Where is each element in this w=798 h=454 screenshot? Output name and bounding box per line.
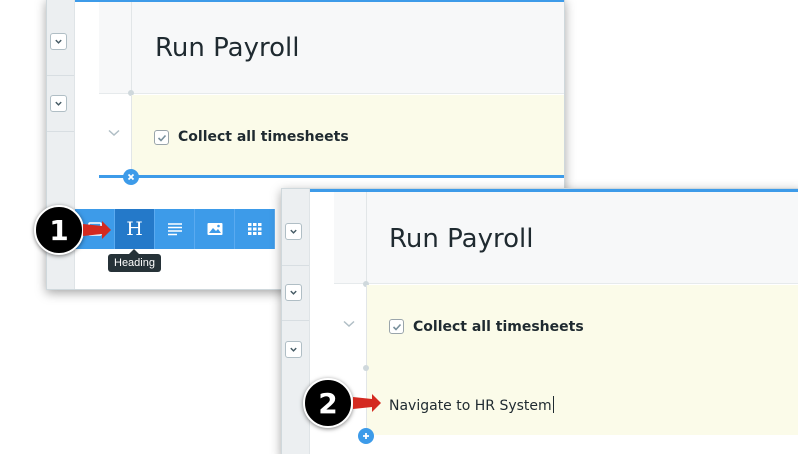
editor-panel-after: Run Payroll Collect all timesheets Navig… [281, 188, 798, 454]
step-checkbox[interactable] [389, 319, 404, 334]
chevron-down-icon[interactable] [343, 320, 355, 328]
text-caret [552, 396, 554, 413]
insert-indicator-line [99, 175, 564, 178]
close-circle-icon[interactable] [123, 169, 139, 185]
step-menu-button[interactable] [285, 341, 302, 358]
step-checkbox[interactable] [154, 130, 169, 145]
step-menu-button[interactable] [50, 95, 67, 112]
image-icon [207, 223, 222, 235]
paragraph-icon [167, 223, 182, 236]
gutter-divider [47, 75, 74, 76]
step-connector-line [131, 95, 132, 175]
connector-dot [363, 365, 369, 371]
heading-icon: H [126, 217, 143, 240]
step-connector-line [131, 2, 132, 92]
page-title[interactable]: Run Payroll [389, 224, 533, 254]
new-step-input[interactable]: Navigate to HR System [389, 396, 554, 414]
paragraph-button[interactable] [155, 209, 195, 249]
check-icon [157, 134, 166, 142]
gutter-divider [47, 131, 74, 132]
chevron-down-icon[interactable] [108, 129, 120, 137]
check-icon [392, 323, 401, 331]
step-label[interactable]: Collect all timesheets [178, 129, 349, 145]
new-step-text: Navigate to HR System [389, 398, 552, 414]
callout-badge-2: 2 [303, 378, 353, 428]
plus-circle-icon[interactable] [358, 428, 374, 444]
callout-arrow-1 [83, 221, 111, 239]
step-connector-line [366, 192, 367, 282]
page-title[interactable]: Run Payroll [155, 33, 299, 63]
step-label[interactable]: Collect all timesheets [413, 319, 584, 335]
callout-arrow-2 [353, 394, 381, 412]
image-button[interactable] [195, 209, 235, 249]
chevron-down-icon [290, 229, 297, 234]
step-menu-button[interactable] [50, 33, 67, 50]
step-menu-button[interactable] [285, 223, 302, 240]
chevron-down-icon [55, 39, 62, 44]
gutter-divider [282, 320, 309, 321]
heading-button[interactable]: H [115, 209, 155, 249]
chevron-down-icon [290, 347, 297, 352]
callout-badge-1: 1 [34, 205, 84, 255]
table-button[interactable] [235, 209, 275, 249]
chevron-down-icon [55, 101, 62, 106]
heading-tooltip: Heading [108, 249, 161, 272]
step-menu-button[interactable] [285, 284, 302, 301]
chevron-down-icon [290, 290, 297, 295]
grid-icon [247, 223, 261, 235]
gutter-divider [282, 265, 309, 266]
